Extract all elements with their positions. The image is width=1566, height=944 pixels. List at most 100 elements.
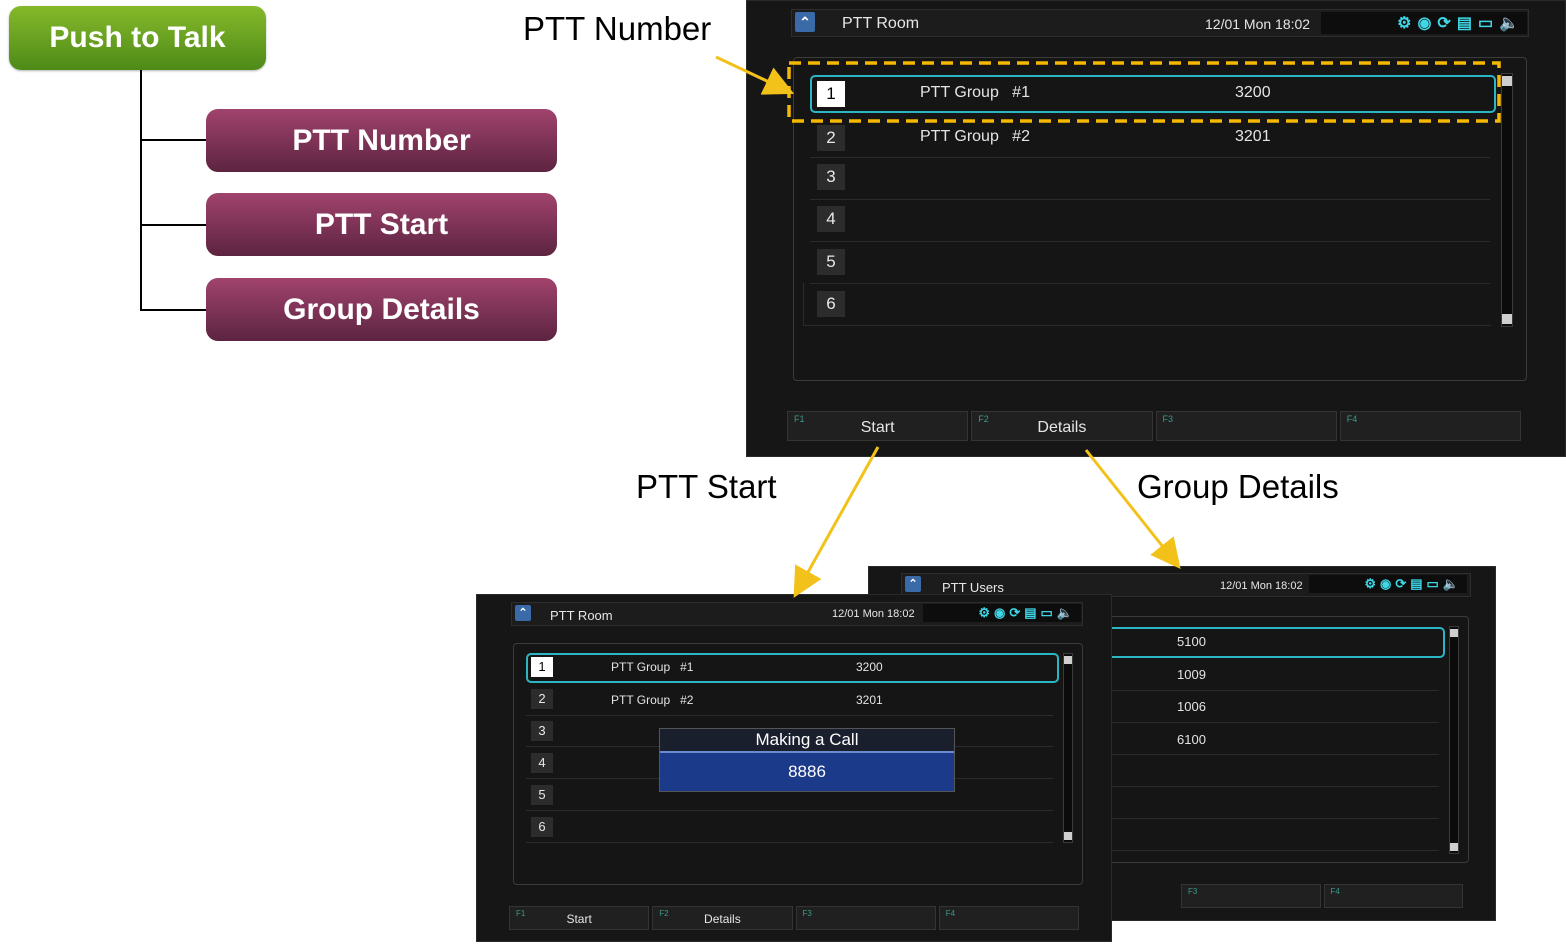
gear-icon[interactable]: ⚙ [1397, 13, 1411, 33]
speaker-icon[interactable]: 🔈 [1057, 605, 1073, 621]
monitor-icon[interactable]: ▭ [1478, 13, 1493, 33]
screen-datetime: 12/01 Mon 18:02 [1220, 580, 1303, 592]
sync-icon[interactable]: ⟳ [1395, 576, 1406, 592]
user-row[interactable] [1091, 658, 1439, 691]
ptt-start-screen: ⌃ PTT Room 12/01 Mon 18:02 ⚙ ◉ ⟳ ▤ ▭ 🔈 1… [476, 594, 1112, 942]
user-number: 6100 [1177, 732, 1206, 747]
gear-icon[interactable]: ⚙ [1364, 576, 1376, 592]
f2-details-key[interactable]: F2 Details [652, 906, 793, 930]
group-details-node: Group Details [206, 278, 557, 341]
function-keys: F1 Start F2 Details F3 F4 [509, 906, 1079, 930]
f2-details-key[interactable]: F2 Details [971, 411, 1153, 441]
row-group-number: 3201 [856, 693, 883, 707]
row-group-name: PTT Group #1 [611, 660, 694, 674]
group-row-2[interactable] [526, 684, 1053, 716]
speaker-icon[interactable]: 🔈 [1443, 576, 1459, 592]
popup-title: Making a Call [660, 729, 954, 753]
home-icon[interactable]: ⌃ [515, 605, 531, 621]
ptt-number-node: PTT Number [206, 109, 557, 172]
scroll-down-arrow[interactable] [1064, 832, 1072, 840]
speaker-icon[interactable]: 🔈 [1499, 13, 1519, 33]
monitor-icon[interactable]: ▭ [1041, 605, 1053, 621]
status-icons: ⚙ ◉ ⟳ ▤ ▭ 🔈 [1321, 12, 1527, 34]
group-row-6[interactable] [803, 283, 1491, 326]
monitor-icon[interactable]: ▭ [1427, 576, 1439, 592]
row-group-name: PTT Group #1 [920, 84, 1030, 101]
f3-key[interactable]: F3 [1155, 411, 1337, 441]
gear-icon[interactable]: ⚙ [978, 605, 990, 621]
f4-key[interactable]: F4 [1339, 411, 1521, 441]
window-icon[interactable]: ▤ [1410, 576, 1422, 592]
screen-title: PTT Room [842, 15, 920, 32]
user-row[interactable] [1091, 818, 1439, 851]
f4-key[interactable]: F4 [938, 906, 1079, 930]
tree-branch-line [140, 139, 206, 141]
group-row-2[interactable] [810, 115, 1490, 158]
popup-number: 8886 [660, 753, 954, 791]
scroll-up-arrow[interactable] [1064, 656, 1072, 664]
user-row[interactable] [1069, 627, 1445, 658]
scroll-up-arrow[interactable] [1450, 629, 1458, 637]
row-index: 4 [531, 753, 553, 773]
globe-icon[interactable]: ◉ [1380, 576, 1391, 592]
row-group-number: 3201 [1235, 128, 1271, 145]
row-index: 5 [531, 785, 553, 805]
group-row-4[interactable] [810, 199, 1490, 242]
f3-key[interactable]: F3 [1181, 884, 1321, 908]
function-keys: F1 Start F2 Details F3 F4 [787, 411, 1521, 441]
scroll-up-arrow[interactable] [1502, 76, 1512, 86]
group-details-callout: Group Details [1137, 468, 1339, 505]
f4-key[interactable]: F4 [1323, 884, 1463, 908]
user-row[interactable] [1091, 786, 1439, 819]
row-group-name: PTT Group #2 [920, 128, 1030, 145]
scroll-down-arrow[interactable] [1502, 314, 1512, 324]
globe-icon[interactable]: ◉ [1417, 13, 1431, 33]
screen-datetime: 12/01 Mon 18:02 [832, 608, 915, 620]
group-row-5[interactable] [810, 241, 1490, 284]
window-icon[interactable]: ▤ [1024, 605, 1036, 621]
row-group-number: 3200 [1235, 84, 1271, 101]
group-row-6[interactable] [526, 810, 1053, 843]
f3-key[interactable]: F3 [795, 906, 936, 930]
home-icon[interactable]: ⌃ [795, 12, 815, 32]
user-row[interactable] [1091, 722, 1439, 755]
row-index: 1 [531, 657, 553, 677]
user-number: 1006 [1177, 699, 1206, 714]
group-details-arrow [1084, 449, 1181, 570]
row-index: 2 [817, 125, 845, 151]
making-call-popup: Making a Call 8886 [659, 728, 955, 792]
group-row-3[interactable] [810, 157, 1490, 200]
scroll-down-arrow[interactable] [1450, 843, 1458, 851]
screen-datetime: 12/01 Mon 18:02 [1205, 16, 1311, 32]
f1-start-key[interactable]: F1 Start [787, 411, 969, 441]
sync-icon[interactable]: ⟳ [1437, 13, 1450, 33]
user-row[interactable] [1091, 754, 1439, 787]
status-icons: ⚙ ◉ ⟳ ▤ ▭ 🔈 [1309, 575, 1467, 593]
ptt-number-callout: PTT Number [523, 10, 712, 47]
tree-branch-line [140, 309, 206, 311]
row-index: 3 [817, 164, 845, 190]
row-index: 4 [817, 206, 845, 232]
window-icon[interactable]: ▤ [1457, 13, 1472, 33]
home-icon[interactable]: ⌃ [905, 576, 921, 592]
screen-title: PTT Users [942, 580, 1004, 595]
row-group-name: PTT Group #2 [611, 693, 694, 707]
scrollbar[interactable] [1501, 73, 1513, 327]
row-index: 5 [817, 249, 845, 275]
sync-icon[interactable]: ⟳ [1009, 605, 1020, 621]
screen-title: PTT Room [550, 608, 613, 623]
row-index: 6 [817, 291, 845, 317]
group-row-1[interactable] [526, 653, 1059, 683]
row-index: 6 [531, 817, 553, 837]
tree-trunk-line [140, 70, 142, 311]
user-row[interactable] [1091, 690, 1439, 723]
group-row-1[interactable] [810, 75, 1496, 113]
scrollbar[interactable] [1449, 626, 1459, 854]
f1-start-key[interactable]: F1 Start [509, 906, 650, 930]
push-to-talk-root: Push to Talk [9, 6, 266, 70]
row-group-number: 3200 [856, 660, 883, 674]
tree-branch-line [140, 224, 206, 226]
scrollbar[interactable] [1063, 653, 1073, 843]
ptt-start-arrow [793, 446, 880, 598]
globe-icon[interactable]: ◉ [994, 605, 1005, 621]
